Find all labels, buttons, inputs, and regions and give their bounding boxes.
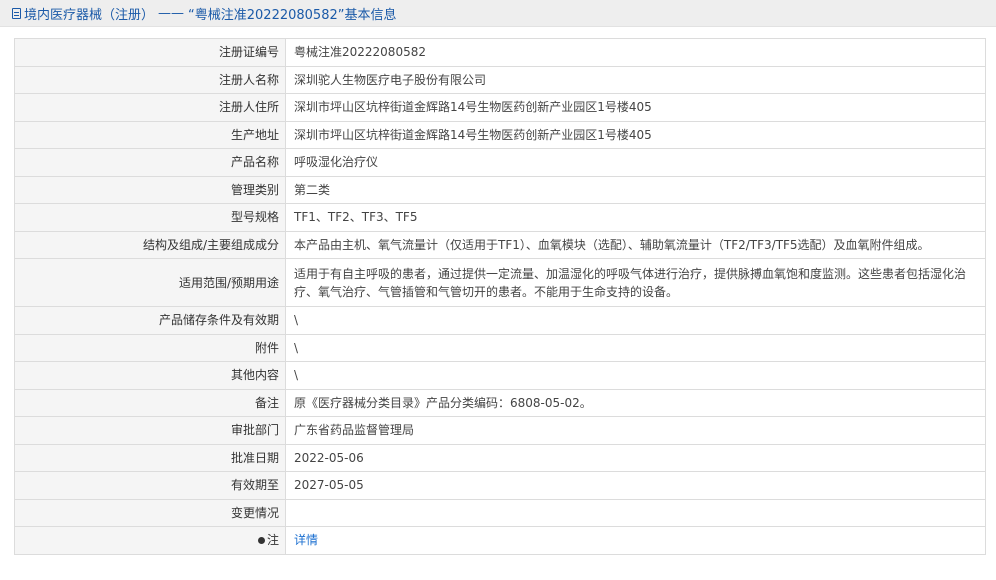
table-row: 其他内容 \ [14,361,986,390]
table-row: 产品储存条件及有效期 \ [14,306,986,335]
table-row: 变更情况 [14,498,986,527]
row-value: 深圳市坪山区坑梓街道金辉路14号生物医药创新产业园区1号楼405 [285,93,986,122]
row-value: 原《医疗器械分类目录》产品分类编码：6808-05-02。 [285,388,986,417]
info-table: 注册证编号 粤械注准20222080582 注册人名称 深圳驼人生物医疗电子股份… [14,38,986,555]
row-label: 审批部门 [14,416,286,445]
table-row: 注册人住所 深圳市坪山区坑梓街道金辉路14号生物医药创新产业园区1号楼405 [14,93,986,122]
row-value: \ [285,306,986,335]
row-label: 生产地址 [14,120,286,149]
bulb-icon [257,537,265,545]
page-header: 境内医疗器械（注册） —— “粤械注准20222080582”基本信息 [0,0,996,27]
row-value: 2022-05-06 [285,443,986,472]
table-row: 批准日期 2022-05-06 [14,443,986,472]
row-label: 备注 [14,388,286,417]
row-label: 注册人住所 [14,93,286,122]
page: 境内医疗器械（注册） —— “粤械注准20222080582”基本信息 注册证编… [0,0,996,580]
note-label-cell: 注 [14,526,286,555]
row-label: 有效期至 [14,471,286,500]
row-label: 批准日期 [14,443,286,472]
row-value: 深圳市坪山区坑梓街道金辉路14号生物医药创新产业园区1号楼405 [285,120,986,149]
table-row: 注册人名称 深圳驼人生物医疗电子股份有限公司 [14,65,986,94]
table-row: 审批部门 广东省药品监督管理局 [14,416,986,445]
row-label: 产品名称 [14,148,286,177]
row-value: 呼吸湿化治疗仪 [285,148,986,177]
document-icon [12,7,21,19]
details-link[interactable]: 详情 [294,533,318,547]
table-row: 附件 \ [14,333,986,362]
row-value: TF1、TF2、TF3、TF5 [285,203,986,232]
row-value: 粤械注准20222080582 [285,38,986,67]
row-value: 广东省药品监督管理局 [285,416,986,445]
header-category: 境内医疗器械（注册） [24,7,155,23]
table-row: 备注 原《医疗器械分类目录》产品分类编码：6808-05-02。 [14,388,986,417]
row-label: 注册证编号 [14,38,286,67]
header-title: “粤械注准20222080582”基本信息 [188,7,397,23]
row-value: 适用于有自主呼吸的患者，通过提供一定流量、加温湿化的呼吸气体进行治疗，提供脉搏血… [285,258,986,307]
row-value: 2027-05-05 [285,471,986,500]
row-label: 其他内容 [14,361,286,390]
row-label: 适用范围/预期用途 [14,258,286,307]
row-label: 注册人名称 [14,65,286,94]
table-row: 型号规格 TF1、TF2、TF3、TF5 [14,203,986,232]
table-row: 注册证编号 粤械注准20222080582 [14,38,986,67]
row-label: 附件 [14,333,286,362]
row-label: 变更情况 [14,498,286,527]
row-value: \ [285,361,986,390]
note-value-cell: 详情 [285,526,986,555]
header-separator: —— [158,5,185,21]
table-row: 适用范围/预期用途 适用于有自主呼吸的患者，通过提供一定流量、加温湿化的呼吸气体… [14,258,986,307]
table-row: 管理类别 第二类 [14,175,986,204]
note-row: 注 详情 [14,526,986,555]
row-value: 第二类 [285,175,986,204]
row-label: 结构及组成/主要组成成分 [14,230,286,259]
table-row: 生产地址 深圳市坪山区坑梓街道金辉路14号生物医药创新产业园区1号楼405 [14,120,986,149]
table-row: 有效期至 2027-05-05 [14,471,986,500]
row-value: \ [285,333,986,362]
row-label: 产品储存条件及有效期 [14,306,286,335]
table-row: 产品名称 呼吸湿化治疗仪 [14,148,986,177]
row-value [285,498,986,527]
note-label: 注 [266,533,279,548]
row-value: 深圳驼人生物医疗电子股份有限公司 [285,65,986,94]
row-label: 型号规格 [14,203,286,232]
table-row: 结构及组成/主要组成成分 本产品由主机、氧气流量计（仅适用于TF1）、血氧模块（… [14,230,986,259]
row-label: 管理类别 [14,175,286,204]
row-value: 本产品由主机、氧气流量计（仅适用于TF1）、血氧模块（选配）、辅助氧流量计（TF… [285,230,986,259]
